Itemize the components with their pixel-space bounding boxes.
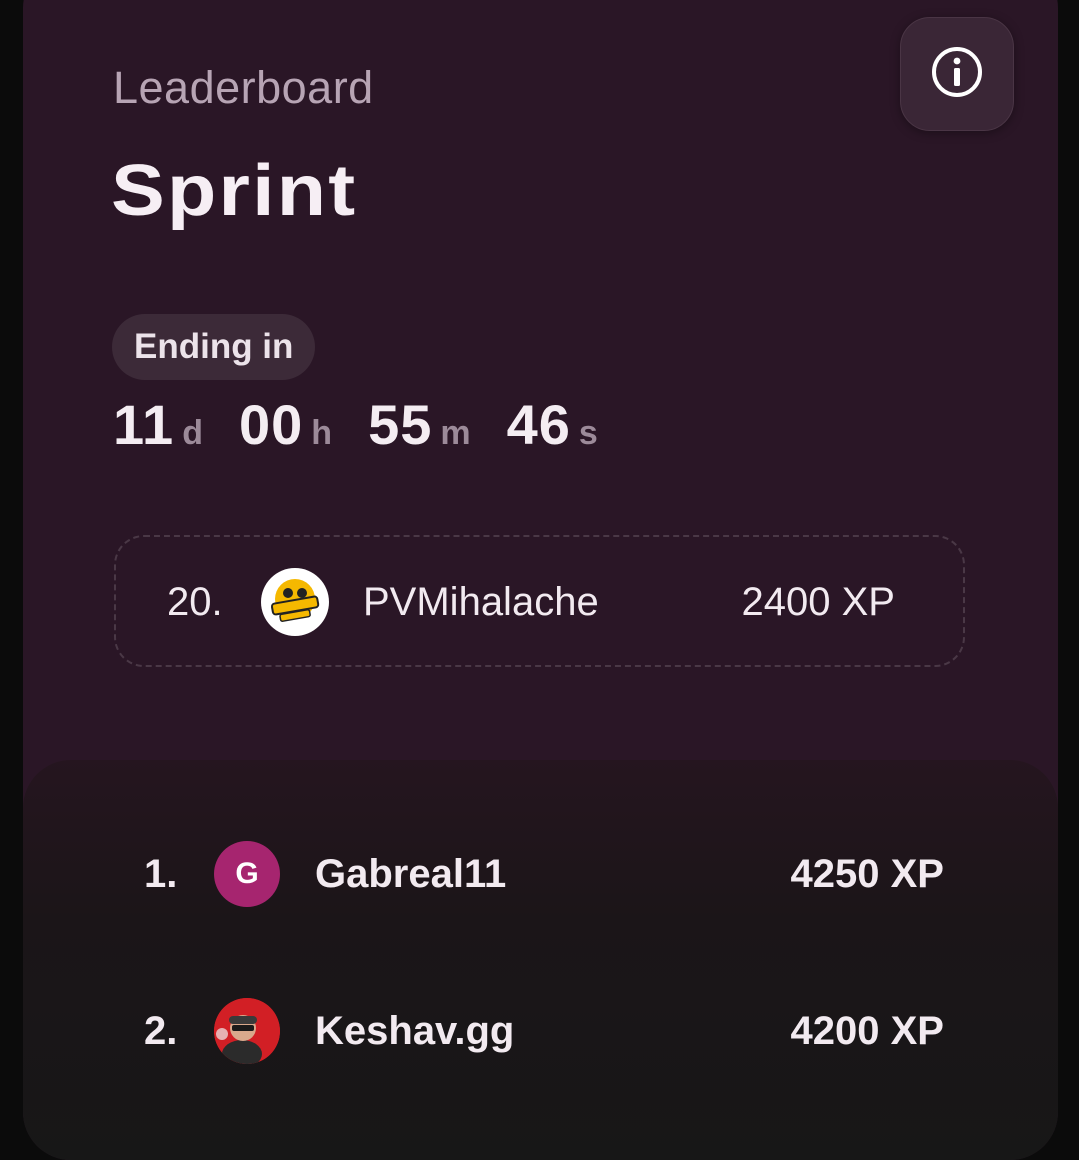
countdown-timer: 11 d 00 h 55 m 46 s bbox=[113, 392, 634, 457]
row-xp: 4200 XP bbox=[790, 1009, 944, 1053]
leaderboard-row[interactable]: 1. G Gabreal11 4250 XP bbox=[23, 830, 1058, 920]
seconds-unit: s bbox=[578, 414, 598, 452]
minutes-value: 55 bbox=[368, 393, 433, 456]
minutes-unit: m bbox=[440, 414, 471, 452]
row-rank: 2. bbox=[144, 1009, 178, 1053]
countdown-seconds: 46 s bbox=[507, 392, 598, 457]
page-title: Sprint bbox=[111, 151, 358, 231]
days-value: 11 bbox=[113, 393, 175, 456]
leaderboard-row[interactable]: 2. Keshav.gg 4200 XP bbox=[23, 987, 1058, 1077]
current-user-avatar bbox=[261, 568, 329, 636]
hours-unit: h bbox=[311, 414, 333, 452]
page-subtitle: Leaderboard bbox=[113, 62, 374, 113]
countdown-minutes: 55 m bbox=[368, 392, 471, 457]
info-button[interactable] bbox=[900, 17, 1014, 131]
seconds-value: 46 bbox=[506, 393, 571, 456]
current-user-rank: 20. bbox=[167, 580, 223, 624]
user-photo-avatar bbox=[214, 998, 280, 1064]
row-rank: 1. bbox=[144, 852, 178, 896]
countdown-days: 11 d bbox=[113, 392, 203, 457]
hours-value: 00 bbox=[238, 393, 304, 456]
user-avatar bbox=[214, 998, 280, 1064]
countdown-hours: 00 h bbox=[239, 392, 332, 457]
row-username: Gabreal11 bbox=[315, 852, 507, 896]
user-avatar: G bbox=[214, 841, 280, 907]
humble-tractors-logo bbox=[266, 573, 324, 631]
current-user-name: PVMihalache bbox=[363, 580, 599, 624]
current-user-xp: 2400 XP bbox=[741, 580, 895, 624]
row-username: Keshav.gg bbox=[315, 1009, 515, 1053]
current-user-row[interactable]: 20. PVMihalache 2400 XP bbox=[114, 535, 965, 667]
days-unit: d bbox=[182, 414, 203, 452]
info-icon bbox=[929, 44, 985, 105]
leaderboard-card: Leaderboard Sprint Ending in 11 d 00 h 5… bbox=[23, 0, 1058, 1160]
row-xp: 4250 XP bbox=[790, 852, 944, 896]
ending-in-badge: Ending in bbox=[112, 314, 316, 380]
leaderboard-list: 1. G Gabreal11 4250 XP 2. Keshav.gg 4200… bbox=[23, 760, 1058, 1160]
